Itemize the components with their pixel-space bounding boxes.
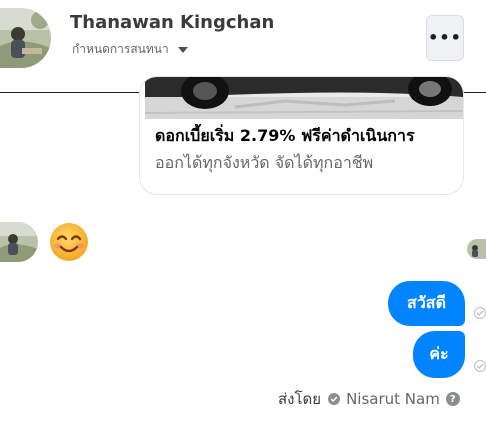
- help-icon[interactable]: ?: [445, 392, 460, 406]
- seen-by-avatar-image: [467, 239, 486, 259]
- admin-badge-icon: [328, 393, 341, 405]
- sent-check-icon: [474, 307, 486, 319]
- message-text: สวัสดี: [407, 293, 446, 312]
- outgoing-message-bubble[interactable]: ค่ะ: [413, 331, 465, 378]
- sent-check-icon: [474, 360, 486, 372]
- customize-chat-link[interactable]: กำหนดการสนทนา: [72, 40, 188, 59]
- smiling-face-emoji-icon[interactable]: [48, 221, 90, 263]
- message-text: ค่ะ: [429, 344, 449, 363]
- more-horizontal-icon: •••: [428, 28, 462, 47]
- sender-avatar[interactable]: [0, 222, 38, 262]
- contact-avatar[interactable]: [0, 8, 51, 68]
- sent-by-label: ส่งโดย: [278, 390, 322, 408]
- ad-title: ดอกเบี้ยเริ่ม 2.79% ฟรีค่าดำเนินการ: [155, 126, 415, 145]
- contact-avatar-image: [0, 8, 51, 68]
- sender-avatar-image: [0, 222, 38, 262]
- sent-by-row: ส่งโดย Nisarut Nam ?: [278, 387, 460, 411]
- outgoing-message-bubble[interactable]: สวัสดี: [388, 281, 465, 326]
- contact-name[interactable]: Thanawan Kingchan: [70, 12, 274, 33]
- chevron-down-icon: [177, 46, 188, 53]
- seen-by-avatar: [467, 239, 486, 259]
- sender-name[interactable]: Nisarut Nam: [346, 390, 440, 408]
- ad-subtitle: ออกได้ทุกจังหวัด จัดได้ทุกอาชีพ: [155, 153, 374, 172]
- more-options-button[interactable]: •••: [426, 15, 464, 61]
- ad-image: [145, 77, 463, 119]
- customize-chat-label: กำหนดการสนทนา: [72, 42, 169, 56]
- car-photo: [145, 77, 463, 119]
- smiling-face-icon: [50, 223, 88, 261]
- ad-card[interactable]: ดอกเบี้ยเริ่ม 2.79% ฟรีค่าดำเนินการ ออกไ…: [139, 76, 464, 195]
